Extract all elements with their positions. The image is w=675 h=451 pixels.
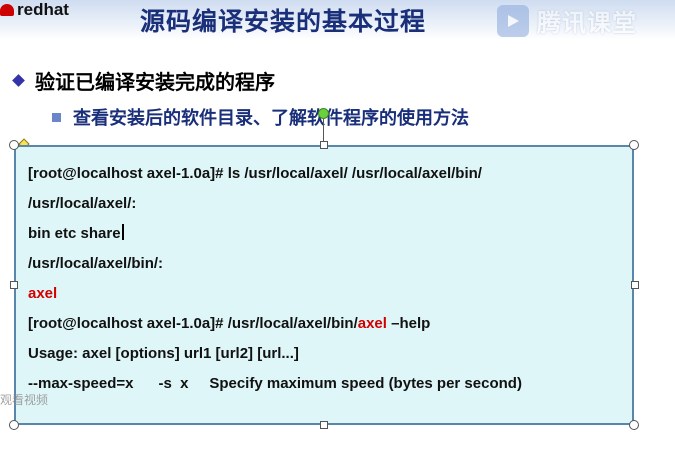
- code-line-1: [root@localhost axel-1.0a]# ls /usr/loca…: [28, 159, 522, 189]
- diamond-bullet-icon: [12, 74, 25, 87]
- handle-bottom-middle[interactable]: [320, 421, 328, 429]
- dir-listing: bin etc share: [28, 225, 121, 242]
- redhat-logo: redhat: [0, 0, 69, 20]
- text-caret: [121, 224, 124, 240]
- code-line-6: [root@localhost axel-1.0a]# /usr/local/a…: [28, 309, 522, 339]
- handle-top-right[interactable]: [629, 140, 639, 150]
- slide-header: redhat 源码编译安装的基本过程 腾讯课堂: [0, 0, 675, 40]
- axel-program: axel: [357, 315, 387, 332]
- handle-top-left[interactable]: [9, 140, 19, 150]
- help-arg: –help: [386, 315, 431, 332]
- rotate-handle[interactable]: [318, 108, 329, 119]
- bullet-level2: 查看安装后的软件目录、了解软件程序的使用方法: [52, 104, 469, 130]
- code-line-2: /usr/local/axel/:: [28, 195, 137, 212]
- redhat-hat-icon: [0, 4, 14, 16]
- option-desc: Specify maximum speed (bytes per second): [209, 375, 522, 392]
- bullet-level2-text[interactable]: 查看安装后的软件目录、了解软件程序的使用方法: [73, 104, 469, 130]
- handle-bottom-right[interactable]: [629, 420, 639, 430]
- handle-middle-left[interactable]: [10, 281, 18, 289]
- watermark-text: 腾讯课堂: [537, 9, 637, 37]
- shell-prompt-2: [root@localhost axel-1.0a]#: [28, 315, 228, 332]
- square-bullet-icon: [52, 112, 61, 122]
- ls-command: ls /usr/local/axel/ /usr/local/axel/bin/: [227, 165, 482, 182]
- code-line-5: axel: [28, 285, 58, 302]
- code-lines: [root@localhost axel-1.0a]# ls /usr/loca…: [28, 159, 522, 399]
- shell-prompt: [root@localhost axel-1.0a]#: [28, 165, 228, 182]
- code-line-7: Usage: axel [options] url1 [url2] [url..…: [28, 345, 299, 362]
- code-line-4: /usr/local/axel/bin/:: [28, 255, 164, 272]
- axel-path: /usr/local/axel/bin/: [227, 315, 358, 332]
- code-line-8: --max-speed=x -s x Specify maximum speed…: [28, 369, 522, 399]
- play-icon: [497, 4, 529, 37]
- handle-bottom-left[interactable]: [9, 420, 19, 430]
- bullet-level1: 验证已编译安装完成的程序: [12, 66, 275, 95]
- handle-middle-right[interactable]: [631, 281, 639, 289]
- logo-text: redhat: [17, 0, 69, 19]
- bullet-level1-text: 验证已编译安装完成的程序: [35, 70, 275, 94]
- slide-title: 源码编译安装的基本过程: [140, 7, 427, 36]
- option-flag: --max-speed=x -s x: [28, 375, 210, 392]
- bottom-watermark: 观看视频: [0, 393, 49, 407]
- tencent-classroom-watermark: 腾讯课堂: [497, 3, 637, 38]
- handle-top-middle[interactable]: [320, 141, 328, 149]
- code-textbox[interactable]: [root@localhost axel-1.0a]# ls /usr/loca…: [14, 145, 634, 425]
- code-line-3: bin etc share: [28, 219, 522, 249]
